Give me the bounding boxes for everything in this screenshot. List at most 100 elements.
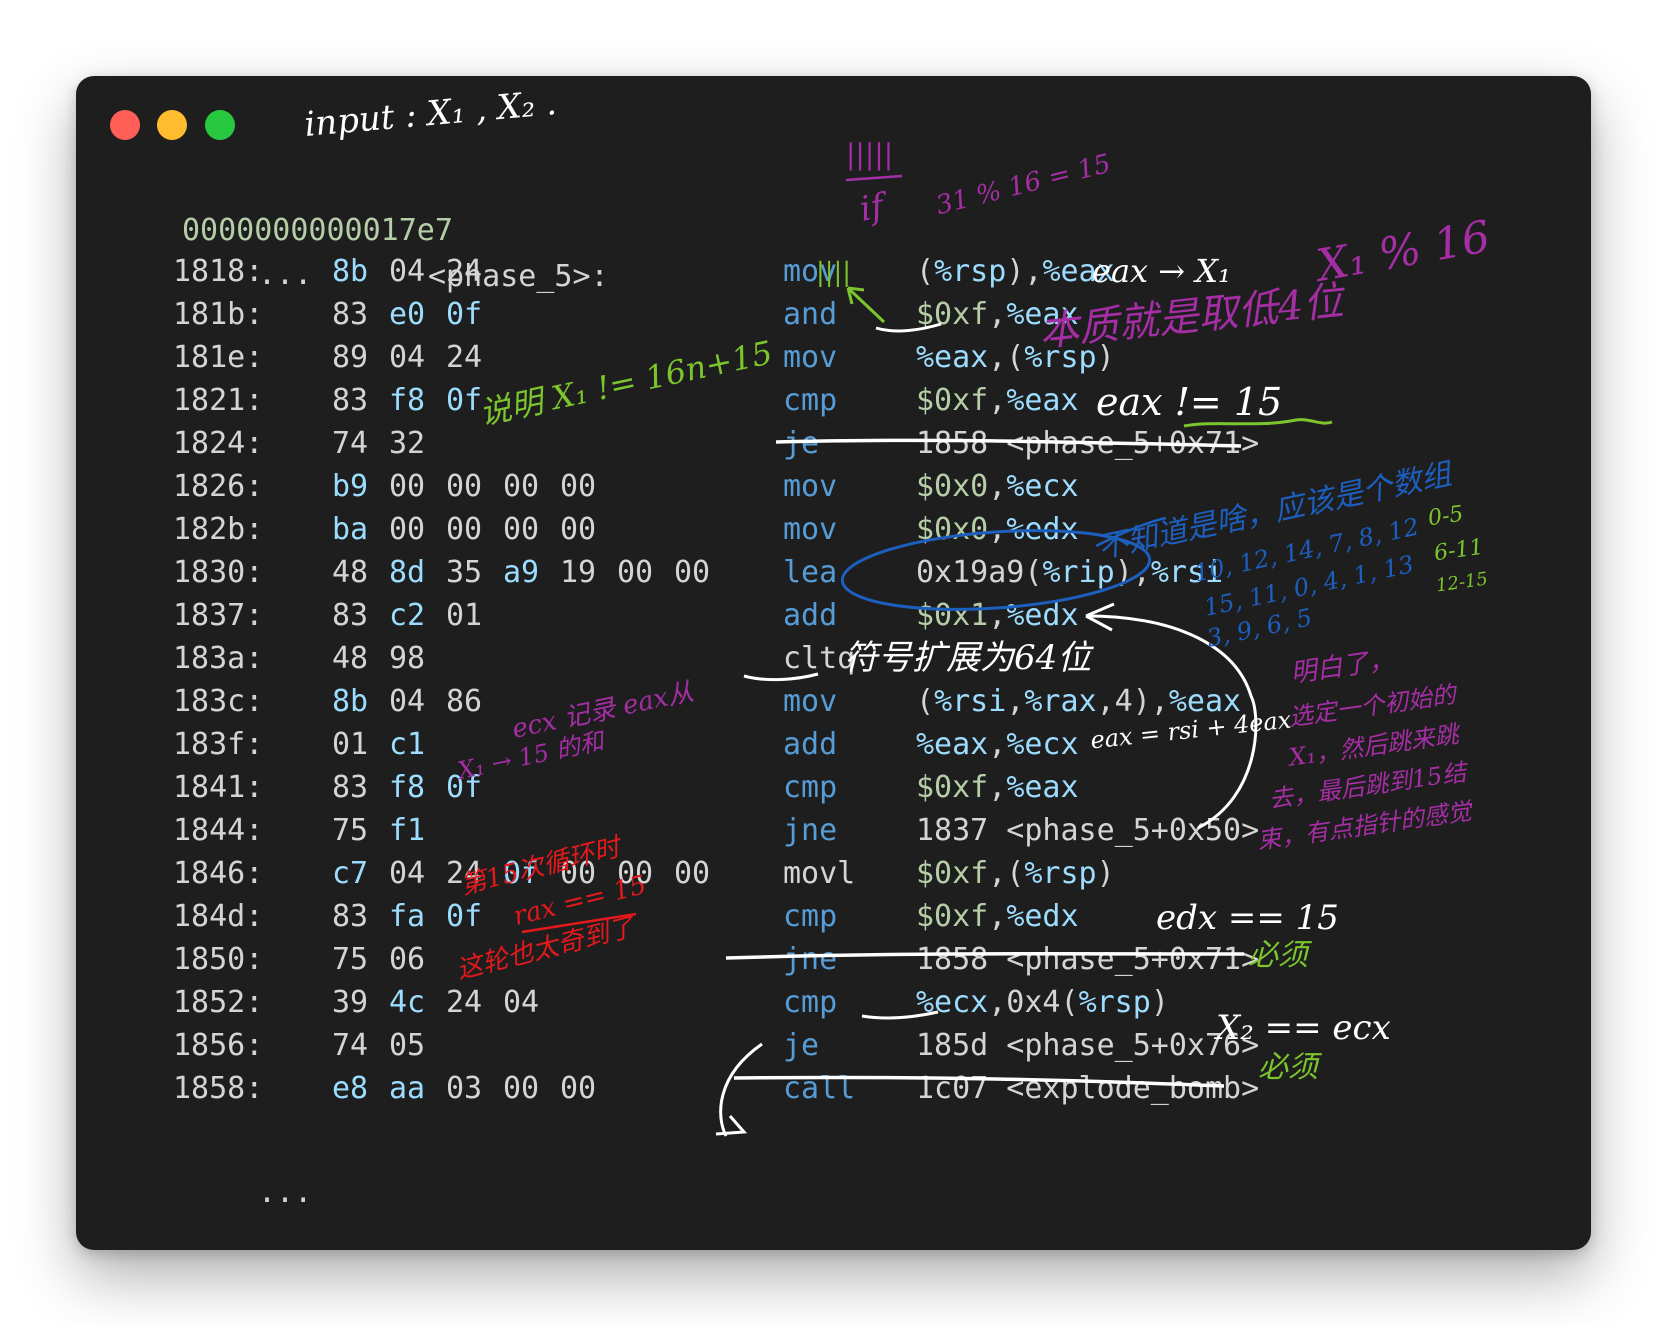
byte: 8b <box>332 254 369 289</box>
byte: 83 <box>332 297 369 332</box>
instruction-bytes: 39 4c 24 04 <box>332 980 560 1026</box>
instruction-mnemonic: add <box>783 727 838 762</box>
instruction-address: 1821: <box>173 383 264 418</box>
instruction-bytes: 48 98 <box>332 636 446 682</box>
byte: 04 <box>389 340 426 375</box>
byte: 00 <box>560 512 597 547</box>
byte: a9 <box>503 555 540 590</box>
instruction-bytes: 75 f1 <box>332 808 446 854</box>
byte: f1 <box>389 813 426 848</box>
byte: aa <box>389 1071 426 1106</box>
annotation-must-2: 必须 <box>1258 1050 1318 1085</box>
instruction-address: 1844: <box>173 813 264 848</box>
ellipsis-top: ... <box>76 206 312 292</box>
byte: 00 <box>674 555 711 590</box>
instruction-bytes: 75 06 <box>332 937 446 983</box>
instruction-operands: $0xf,%eax <box>916 383 1079 418</box>
instruction-bytes: 8b 04 86 <box>332 679 503 725</box>
byte: 00 <box>503 1071 540 1106</box>
instruction-address: 1846: <box>173 856 264 891</box>
byte: 00 <box>446 469 483 504</box>
byte: 00 <box>389 469 426 504</box>
instruction-operands: 185d <phase_5+0x76> <box>916 1028 1260 1063</box>
instruction-address: 183a: <box>173 641 264 676</box>
instruction-mnemonic: and <box>783 297 838 332</box>
instruction-bytes: 83 c2 01 <box>332 593 503 639</box>
instruction-address: 1826: <box>173 469 264 504</box>
annotation-range1: 0-5 <box>1426 501 1466 532</box>
annotation-must-1: 必须 <box>1248 938 1308 973</box>
byte: 8d <box>389 555 426 590</box>
byte: 48 <box>332 641 369 676</box>
terminal-window: 0000000000017e7 <phase_5>: ... 1818: 8b 04… <box>76 76 1591 1250</box>
instruction-operands: $0x0,%ecx <box>916 469 1079 504</box>
instruction-operands: %eax,%ecx <box>916 727 1079 762</box>
byte: 05 <box>389 1028 426 1063</box>
instruction-bytes: 48 8d 35 a9 19 00 00 <box>332 550 731 596</box>
byte: e0 <box>389 297 426 332</box>
byte: 74 <box>332 426 369 461</box>
instruction-mnemonic: movl <box>783 856 856 891</box>
instruction-operands: (%rsp),%eax <box>916 254 1115 289</box>
byte: 86 <box>446 684 483 719</box>
instruction-operands: $0xf,%edx <box>916 899 1079 934</box>
byte: ba <box>332 512 369 547</box>
byte: 75 <box>332 942 369 977</box>
instruction-operands: $0x0,%edx <box>916 512 1079 547</box>
byte: 75 <box>332 813 369 848</box>
instruction-bytes: 74 05 <box>332 1023 446 1069</box>
byte: 48 <box>332 555 369 590</box>
byte: 89 <box>332 340 369 375</box>
byte: 74 <box>332 1028 369 1063</box>
instruction-address: 1858: <box>173 1071 264 1106</box>
instruction-mnemonic: mov <box>783 512 838 547</box>
byte: 32 <box>389 426 426 461</box>
instruction-bytes: 89 04 24 <box>332 335 503 381</box>
instruction-mnemonic: mov <box>783 340 838 375</box>
ellipsis-text: ... <box>258 257 313 292</box>
byte: 00 <box>674 856 711 891</box>
instruction-address: 1841: <box>173 770 264 805</box>
byte: c7 <box>332 856 369 891</box>
byte: 83 <box>332 770 369 805</box>
instruction-operands: 1c07 <explode_bomb> <box>916 1071 1260 1106</box>
byte: 00 <box>503 469 540 504</box>
instruction-mnemonic: cmp <box>783 383 838 418</box>
instruction-address: 1850: <box>173 942 264 977</box>
annotation-sign-extend: 符号扩展为64位 <box>844 638 1092 678</box>
instruction-operands: 0x19a9(%rip),%rsi <box>916 555 1224 590</box>
byte: 98 <box>389 641 426 676</box>
instruction-mnemonic: call <box>783 1071 856 1106</box>
instruction-address: 1856: <box>173 1028 264 1063</box>
instruction-mnemonic: je <box>783 426 820 461</box>
instruction-bytes: 74 32 <box>332 421 446 467</box>
instruction-address: 183f: <box>173 727 264 762</box>
instruction-operands: 1858 <phase_5+0x71> <box>916 942 1260 977</box>
instruction-address: 1818: <box>173 254 264 289</box>
byte: 00 <box>560 1071 597 1106</box>
instruction-operands: $0xf,%eax <box>916 770 1079 805</box>
byte: f8 <box>389 383 426 418</box>
instruction-bytes: 83 e0 0f <box>332 292 503 338</box>
byte: 24 <box>446 254 483 289</box>
instruction-address: 1837: <box>173 598 264 633</box>
byte: 04 <box>389 856 426 891</box>
instruction-address: 183c: <box>173 684 264 719</box>
byte: 39 <box>332 985 369 1020</box>
instruction-operands: 1837 <phase_5+0x50> <box>916 813 1260 848</box>
instruction-address: 181e: <box>173 340 264 375</box>
byte: 8b <box>332 684 369 719</box>
byte: e8 <box>332 1071 369 1106</box>
instruction-mnemonic: cmp <box>783 899 838 934</box>
byte: 83 <box>332 598 369 633</box>
instruction-bytes: 83 fa 0f <box>332 894 503 940</box>
instruction-bytes: 8b 04 24 <box>332 249 503 295</box>
annotation-tally-mov: |||| <box>816 258 852 288</box>
instruction-mnemonic: je <box>783 1028 820 1063</box>
byte: 00 <box>560 469 597 504</box>
byte: 24 <box>446 340 483 375</box>
byte: 04 <box>389 684 426 719</box>
instruction-bytes: ba 00 00 00 00 <box>332 507 617 553</box>
byte: 01 <box>446 598 483 633</box>
byte: 01 <box>332 727 369 762</box>
